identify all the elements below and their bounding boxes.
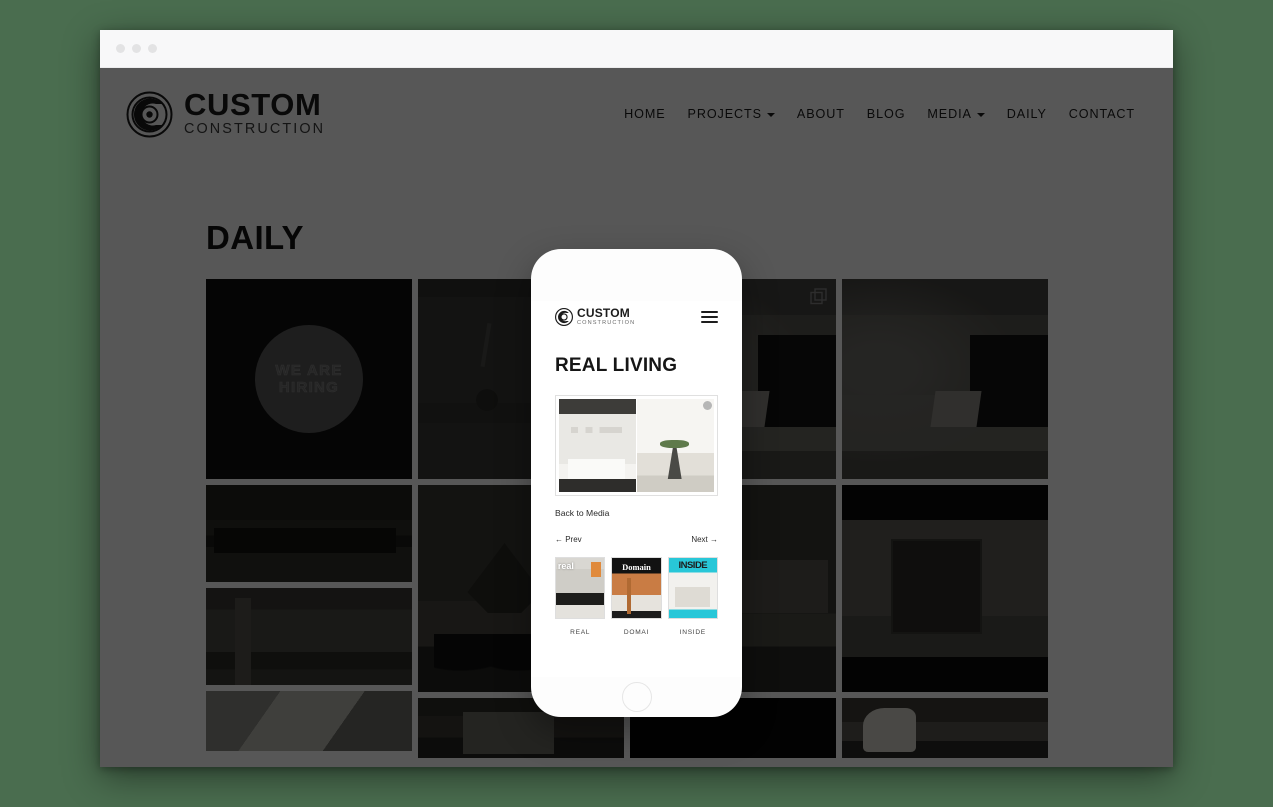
thumb-caption: DOMAI	[623, 629, 650, 637]
browser-window: CUSTOM CONSTRUCTION HOME PROJECTS ABOUT …	[100, 30, 1173, 767]
phone-brand-subtitle: CONSTRUCTION	[577, 319, 636, 326]
next-link[interactable]: Next →	[691, 535, 718, 544]
phone-page-title: REAL LIVING	[555, 355, 678, 377]
phone-site-header: CUSTOM CONSTRUCTION	[555, 301, 718, 326]
prev-link[interactable]: ← Prev	[555, 535, 582, 544]
thumb-caption: REAL	[570, 629, 591, 637]
back-to-media-link[interactable]: Back to Media	[555, 508, 718, 518]
home-button-icon[interactable]	[621, 682, 652, 712]
thumb-real-living-cover	[555, 557, 606, 620]
window-minimize-dot[interactable]	[132, 44, 141, 53]
window-close-dot[interactable]	[116, 44, 125, 53]
magazine-spread-right-page	[637, 399, 714, 493]
thumb-domain[interactable]: DOMAI	[611, 557, 662, 637]
phone-thumbnail-row: REAL DOMAI INSIDE	[555, 557, 718, 636]
phone-feature-image[interactable]	[555, 395, 718, 497]
window-maximize-dot[interactable]	[148, 44, 157, 53]
thumb-domain-cover	[611, 557, 662, 620]
phone-logo-text: CUSTOM CONSTRUCTION	[577, 307, 635, 326]
phone-site-logo[interactable]: CUSTOM CONSTRUCTION	[555, 307, 635, 326]
hamburger-menu-icon[interactable]	[701, 310, 718, 323]
magazine-spread-left-page	[559, 399, 636, 493]
thumb-caption: INSIDE	[679, 629, 706, 637]
browser-titlebar	[100, 30, 1173, 68]
phone-pager: ← Prev Next →	[555, 535, 718, 544]
thumb-real-living[interactable]: REAL	[555, 557, 606, 637]
phone-mockup: CUSTOM CONSTRUCTION REAL LIVING Back to …	[531, 249, 742, 717]
thumb-inside-out-cover	[667, 557, 718, 620]
spiral-c-logo-icon	[555, 307, 573, 326]
website-viewport: CUSTOM CONSTRUCTION HOME PROJECTS ABOUT …	[100, 68, 1173, 767]
thumb-inside-out[interactable]: INSIDE	[667, 557, 718, 637]
phone-screen: CUSTOM CONSTRUCTION REAL LIVING Back to …	[531, 301, 742, 677]
phone-brand-title: CUSTOM	[577, 306, 630, 320]
